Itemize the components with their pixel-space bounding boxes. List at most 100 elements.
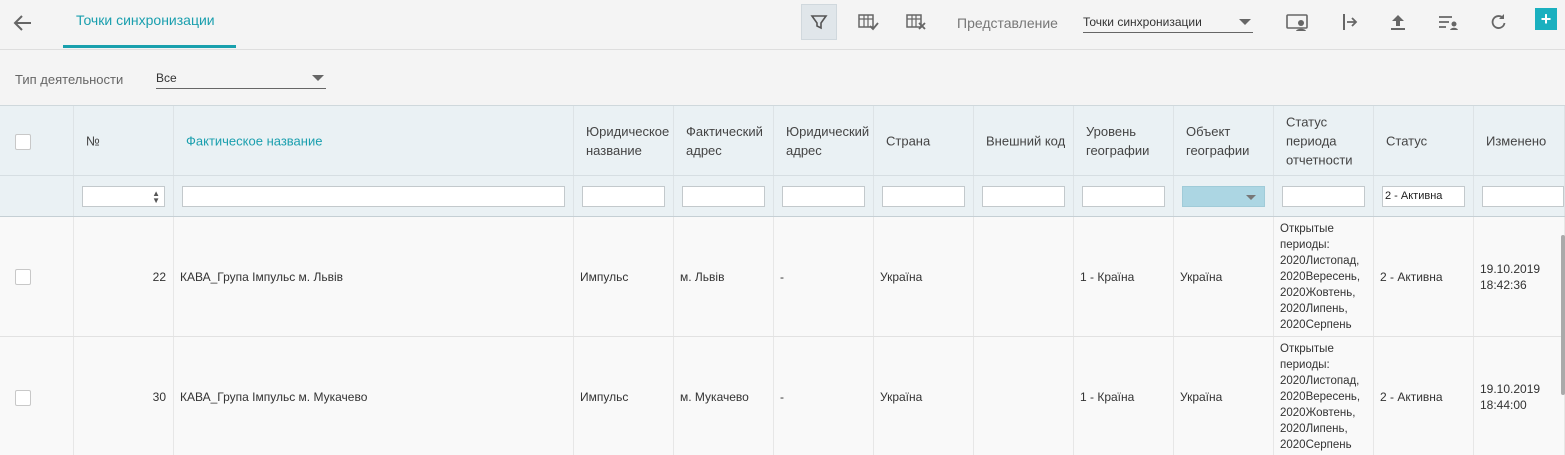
- spinner-icon[interactable]: ▲ ▼: [152, 190, 160, 205]
- legal-name-filter-input[interactable]: [582, 186, 665, 207]
- table-check-button[interactable]: [850, 4, 886, 40]
- chevron-down-icon: [1246, 195, 1256, 200]
- cell-legal-name: Импульс: [574, 337, 674, 455]
- chevron-down-icon: [1239, 19, 1251, 25]
- back-arrow-icon[interactable]: [10, 10, 36, 36]
- period-status-filter-input[interactable]: [1282, 186, 1365, 207]
- col-header-status[interactable]: Статус: [1374, 106, 1474, 175]
- legal-address-filter-input[interactable]: [782, 186, 865, 207]
- cell-num: 30: [74, 337, 174, 455]
- column-move-button[interactable]: [1330, 4, 1366, 40]
- sort-user-button[interactable]: [1430, 4, 1466, 40]
- cell-legal-address: -: [774, 337, 874, 455]
- col-header-actual-name[interactable]: Фактическое название: [174, 106, 574, 175]
- cell-legal-address-text: -: [780, 269, 784, 284]
- sync-points-table: № Фактическое название Юридическое назва…: [0, 105, 1565, 455]
- row-checkbox[interactable]: [15, 269, 31, 285]
- col-header-label: №: [86, 133, 100, 148]
- cell-legal-name-text: Импульс: [580, 269, 629, 284]
- cell-country-text: Україна: [880, 389, 923, 404]
- filter-button[interactable]: [801, 4, 837, 40]
- col-header-label: Статус периода отчетности: [1286, 114, 1353, 167]
- table-check-icon: [858, 14, 879, 31]
- col-header-legal-address[interactable]: Юридический адрес: [774, 106, 874, 175]
- filter-cell-geo-object: [1174, 176, 1274, 216]
- col-header-period-status[interactable]: Статус периода отчетности: [1274, 106, 1374, 175]
- filter-cell-empty: [0, 176, 74, 216]
- cell-geo-level-text: 1 - Країна: [1080, 269, 1135, 284]
- filter-cell-legal-name: [574, 176, 674, 216]
- table-clear-button[interactable]: [898, 4, 934, 40]
- view-select[interactable]: Точки синхронизации: [1083, 12, 1253, 33]
- refresh-button[interactable]: [1480, 4, 1516, 40]
- col-header-label: Юридический адрес: [786, 123, 870, 158]
- cell-external-code: [974, 217, 1074, 336]
- add-button[interactable]: +: [1535, 8, 1557, 30]
- vertical-scrollbar[interactable]: [1561, 235, 1565, 395]
- cell-legal-address-text: -: [780, 389, 784, 404]
- col-header-country[interactable]: Страна: [874, 106, 974, 175]
- col-header-legal-name[interactable]: Юридическое название: [574, 106, 674, 175]
- col-header-label: Страна: [886, 133, 931, 148]
- cell-changed: 19.10.2019 18:44:00: [1474, 337, 1565, 455]
- table-header-row: № Фактическое название Юридическое назва…: [0, 106, 1565, 176]
- table-row[interactable]: 30 КАВА_Група Імпульс м. Мукачево Импуль…: [0, 337, 1565, 455]
- table-row[interactable]: 22 КАВА_Група Імпульс м. Львів Импульс м…: [0, 217, 1565, 337]
- cell-actual-name: КАВА_Група Імпульс м. Львів: [174, 217, 574, 336]
- view-select-value: Точки синхронизации: [1083, 15, 1202, 29]
- filter-cell-actual-address: [674, 176, 774, 216]
- cell-actual-address-text: м. Львів: [680, 269, 725, 284]
- cell-geo-object: Україна: [1174, 217, 1274, 336]
- cell-status: 2 - Активна: [1374, 337, 1474, 455]
- col-header-actual-address[interactable]: Фактический адрес: [674, 106, 774, 175]
- activity-type-label: Тип деятельности: [15, 72, 124, 87]
- cell-geo-object-text: Україна: [1180, 269, 1223, 284]
- num-filter-input[interactable]: ▲ ▼: [82, 186, 165, 207]
- filter-cell-period-status: [1274, 176, 1374, 216]
- cell-actual-address: м. Мукачево: [674, 337, 774, 455]
- changed-filter-input[interactable]: [1482, 186, 1564, 207]
- col-header-label: Фактический адрес: [686, 123, 763, 158]
- cell-status: 2 - Активна: [1374, 217, 1474, 336]
- cell-actual-address: м. Львів: [674, 217, 774, 336]
- cell-changed: 19.10.2019 18:42:36: [1474, 217, 1565, 336]
- col-header-label: Объект географии: [1186, 123, 1250, 158]
- export-button[interactable]: [1380, 4, 1416, 40]
- cell-period-status-text: Открытые периоды: 2020Листопад, 2020Вере…: [1280, 342, 1361, 451]
- actual-address-filter-input[interactable]: [682, 186, 765, 207]
- row-select-cell: [0, 217, 74, 336]
- actual-name-filter-input[interactable]: [182, 186, 565, 207]
- col-header-geo-object[interactable]: Объект географии: [1174, 106, 1274, 175]
- filter-cell-country: [874, 176, 974, 216]
- filter-cell-actual-name: [174, 176, 574, 216]
- col-header-label: Внешний код: [986, 133, 1066, 148]
- filter-cell-status: 2 - Активна: [1374, 176, 1474, 216]
- row-checkbox[interactable]: [15, 390, 31, 406]
- cell-external-code: [974, 337, 1074, 455]
- col-header-label: Фактическое название: [186, 133, 323, 148]
- activity-type-select[interactable]: Все: [156, 68, 326, 89]
- cell-num-text: 22: [152, 269, 166, 284]
- row-select-cell: [0, 337, 74, 455]
- select-all-checkbox[interactable]: [15, 134, 31, 150]
- filter-cell-geo-level: [1074, 176, 1174, 216]
- col-header-label: Юридическое название: [586, 123, 670, 158]
- col-header-external-code[interactable]: Внешний код: [974, 106, 1074, 175]
- filter-cell-external-code: [974, 176, 1074, 216]
- select-all-cell: [0, 106, 74, 175]
- tab-sync-points[interactable]: Точки синхронизации: [63, 0, 236, 48]
- col-header-geo-level[interactable]: Уровень географии: [1074, 106, 1174, 175]
- table-filter-row: ▲ ▼ 2 - Активна: [0, 176, 1565, 217]
- col-header-num[interactable]: №: [74, 106, 174, 175]
- user-card-button[interactable]: [1280, 4, 1316, 40]
- cell-period-status: Открытые периоды: 2020Листопад, 2020Вере…: [1274, 337, 1374, 455]
- tab-label: Точки синхронизации: [76, 12, 215, 28]
- external-code-filter-input[interactable]: [982, 186, 1065, 207]
- col-header-changed[interactable]: Изменено: [1474, 106, 1565, 175]
- cell-geo-level: 1 - Країна: [1074, 217, 1174, 336]
- geo-object-filter-select[interactable]: [1182, 186, 1265, 207]
- cell-geo-level: 1 - Країна: [1074, 337, 1174, 455]
- geo-level-filter-input[interactable]: [1082, 186, 1165, 207]
- country-filter-input[interactable]: [882, 186, 965, 207]
- status-filter-input[interactable]: 2 - Активна: [1382, 186, 1465, 207]
